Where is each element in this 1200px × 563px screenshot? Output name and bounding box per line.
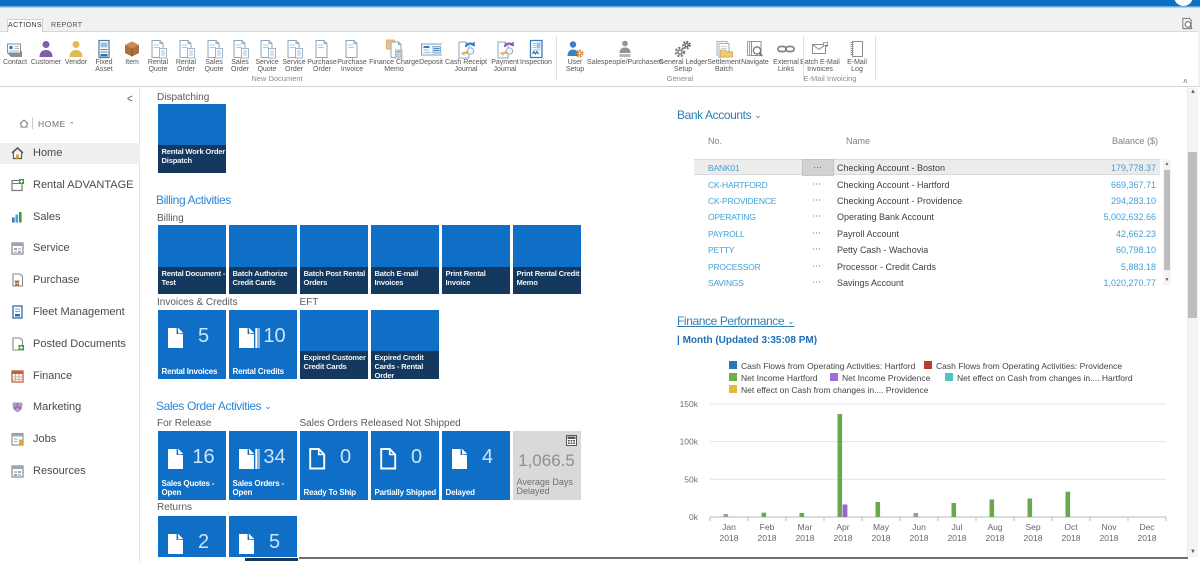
svg-text:2018: 2018 (1138, 533, 1157, 543)
svg-text:Jun: Jun (912, 522, 926, 532)
svg-text:Feb: Feb (760, 522, 775, 532)
svg-text:Nov: Nov (1101, 522, 1117, 532)
svg-text:0k: 0k (689, 512, 699, 522)
svg-text:Aug: Aug (987, 522, 1002, 532)
svg-text:50k: 50k (684, 474, 698, 484)
svg-text:Mar: Mar (798, 522, 813, 532)
svg-text:2018: 2018 (872, 533, 891, 543)
svg-text:2018: 2018 (758, 533, 777, 543)
svg-text:May: May (873, 522, 890, 532)
svg-text:Oct: Oct (1064, 522, 1078, 532)
svg-text:Sep: Sep (1025, 522, 1040, 532)
svg-text:Apr: Apr (836, 522, 849, 532)
svg-text:Dec: Dec (1139, 522, 1155, 532)
svg-text:Jan: Jan (722, 522, 736, 532)
svg-text:2018: 2018 (834, 533, 853, 543)
svg-text:2018: 2018 (1100, 533, 1119, 543)
svg-text:2018: 2018 (1024, 533, 1043, 543)
svg-text:150k: 150k (680, 399, 699, 409)
svg-text:2018: 2018 (948, 533, 967, 543)
svg-text:2018: 2018 (986, 533, 1005, 543)
svg-text:2018: 2018 (796, 533, 815, 543)
svg-text:2018: 2018 (720, 533, 739, 543)
svg-text:Jul: Jul (952, 522, 963, 532)
svg-text:2018: 2018 (1062, 533, 1081, 543)
svg-text:100k: 100k (680, 437, 699, 447)
svg-text:2018: 2018 (910, 533, 929, 543)
